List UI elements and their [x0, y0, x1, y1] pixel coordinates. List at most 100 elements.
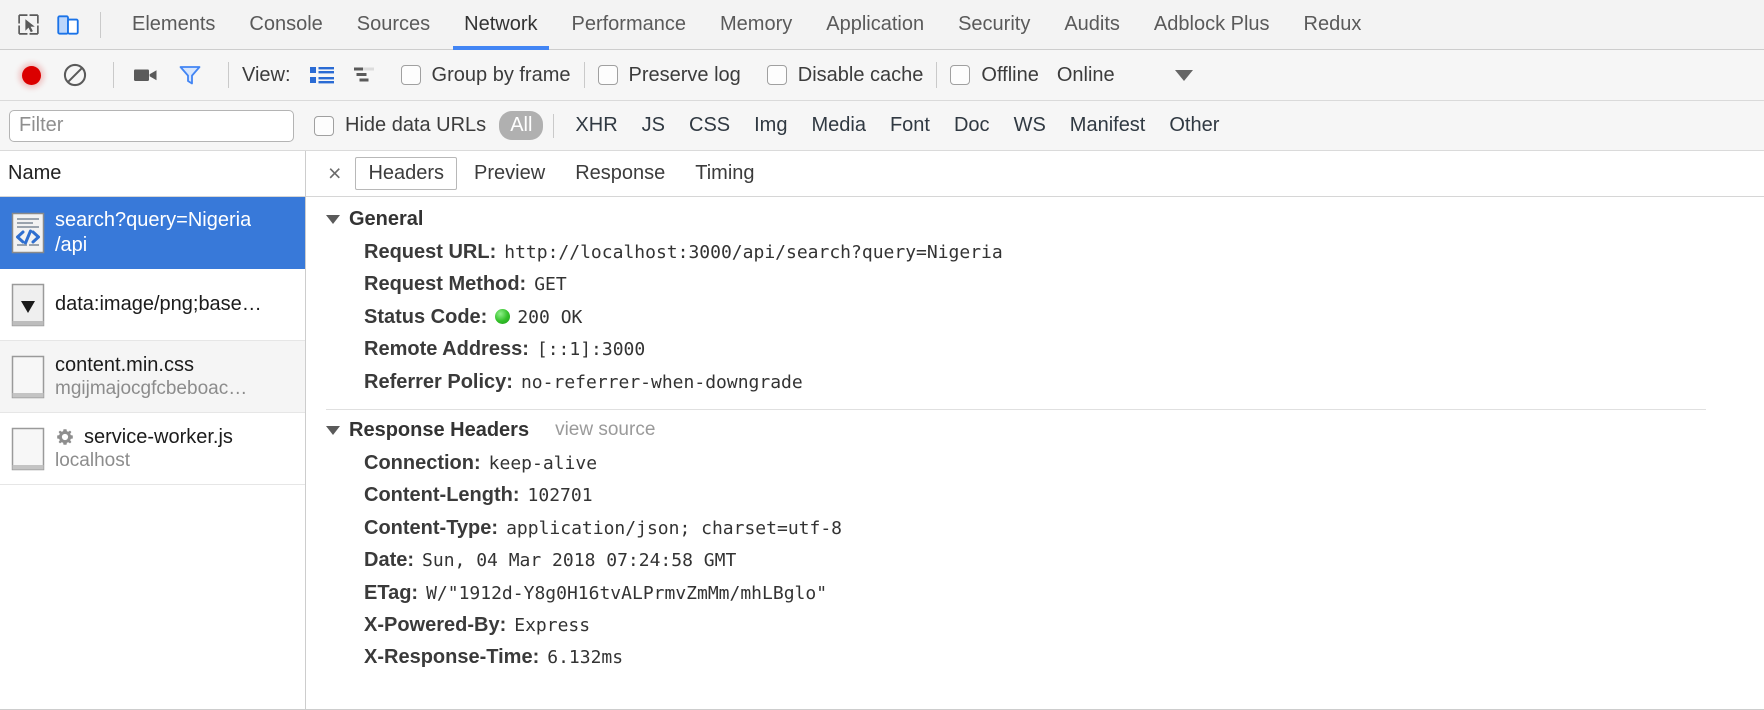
filter-type-other[interactable]: Other	[1158, 111, 1230, 140]
header-row: Connection: keep-alive	[326, 447, 1764, 479]
tab-label: Redux	[1303, 13, 1362, 35]
hide-data-urls-checkbox-row[interactable]: Hide data URLs	[314, 114, 486, 137]
header-row: X-Powered-By: Express	[326, 609, 1764, 641]
network-panel-body: Name search?query=Nigeria /api data:imag…	[0, 151, 1764, 709]
tabbar-divider	[100, 11, 101, 38]
preserve-log-label: Preserve log	[628, 63, 741, 86]
response-headers-title: Response Headers	[349, 418, 530, 441]
general-section-header[interactable]: General	[326, 208, 1764, 231]
filter-type-font[interactable]: Font	[879, 111, 941, 140]
image-thumbnail-icon	[11, 283, 55, 327]
request-row-text: search?query=Nigeria /api	[55, 208, 251, 257]
header-key: Request Method:	[364, 273, 527, 296]
chevron-down-icon[interactable]	[1174, 69, 1193, 81]
tab-label: Sources	[356, 13, 431, 35]
disable-cache-checkbox-row[interactable]: Disable cache	[766, 63, 924, 87]
table-row[interactable]: content.min.css mgijmajocgfcbeboac…	[0, 341, 305, 413]
table-row[interactable]: data:image/png;base…	[0, 269, 305, 341]
network-filter-bar: Hide data URLs All XHR JS CSS Img Media …	[0, 101, 1764, 151]
control-divider-4	[936, 62, 938, 88]
tab-memory[interactable]: Memory	[703, 0, 809, 50]
header-value: keep-alive	[488, 452, 598, 474]
tab-elements[interactable]: Elements	[115, 0, 232, 50]
header-row: Remote Address: [::1]:3000	[326, 333, 1764, 365]
column-header-name: Name	[8, 162, 62, 184]
header-key: Status Code:	[364, 305, 488, 328]
tab-label: Elements	[132, 13, 216, 35]
record-button-icon[interactable]	[12, 56, 50, 94]
tab-label: Adblock Plus	[1153, 13, 1270, 35]
filter-type-media[interactable]: Media	[800, 111, 876, 140]
device-toolbar-icon[interactable]	[50, 7, 86, 43]
throttling-value[interactable]: Online	[1057, 64, 1115, 87]
tab-adblock-plus[interactable]: Adblock Plus	[1137, 0, 1287, 50]
header-key: Content-Type:	[364, 516, 499, 539]
filter-type-img[interactable]: Img	[743, 111, 798, 140]
header-value: W/"1912d-Y8g0H16tvALPrmvZmMm/mhLBglo"	[426, 582, 828, 604]
header-row: Content-Type: application/json; charset=…	[326, 512, 1764, 544]
tab-label: Memory	[720, 13, 793, 35]
detail-tabbar: × Headers Preview Response Timing	[306, 151, 1764, 197]
tab-redux[interactable]: Redux	[1287, 0, 1379, 50]
filter-type-js[interactable]: JS	[631, 111, 676, 140]
header-value: 102701	[527, 485, 593, 507]
general-section-title: General	[349, 208, 424, 230]
request-row-text: service-worker.js localhost	[55, 425, 233, 473]
view-label: View:	[242, 63, 291, 86]
header-row: Status Code: 200 OK	[326, 301, 1764, 333]
network-control-bar: View: Group by frame Preserve log Disabl…	[0, 50, 1764, 101]
xhr-document-icon	[11, 212, 55, 254]
funnel-icon[interactable]	[171, 56, 209, 94]
clear-icon[interactable]	[56, 56, 94, 94]
header-row: Referrer Policy: no-referrer-when-downgr…	[326, 366, 1764, 398]
table-row[interactable]: service-worker.js localhost	[0, 413, 305, 485]
list-view-icon[interactable]	[303, 56, 341, 94]
tab-response[interactable]: Response	[562, 157, 678, 190]
tab-security[interactable]: Security	[941, 0, 1047, 50]
tab-timing[interactable]: Timing	[682, 157, 767, 190]
table-row[interactable]: search?query=Nigeria /api	[0, 197, 305, 269]
request-list-header[interactable]: Name	[0, 151, 305, 197]
filter-type-all[interactable]: All	[499, 111, 544, 140]
preserve-log-checkbox[interactable]	[597, 65, 618, 85]
request-name-text: service-worker.js	[84, 425, 233, 448]
tab-sources[interactable]: Sources	[340, 0, 447, 50]
close-icon[interactable]: ×	[316, 162, 353, 185]
stylesheet-icon	[11, 355, 55, 399]
filter-type-css[interactable]: CSS	[678, 111, 741, 140]
offline-checkbox[interactable]	[950, 65, 971, 85]
waterfall-view-icon[interactable]	[347, 56, 385, 94]
request-row-text: content.min.css mgijmajocgfcbeboac…	[55, 353, 247, 401]
preserve-log-checkbox-row[interactable]: Preserve log	[597, 63, 741, 87]
tab-performance[interactable]: Performance	[555, 0, 704, 50]
tab-console[interactable]: Console	[232, 0, 339, 50]
filter-type-xhr[interactable]: XHR	[564, 111, 628, 140]
view-source-link[interactable]: view source	[555, 419, 655, 441]
response-headers-section-header[interactable]: Response Headers view source	[326, 419, 1764, 442]
filter-type-manifest[interactable]: Manifest	[1059, 111, 1157, 140]
offline-checkbox-row[interactable]: Offline	[950, 64, 1039, 87]
filter-input[interactable]	[9, 109, 294, 142]
tab-label: Security	[958, 13, 1031, 35]
group-by-frame-checkbox[interactable]	[400, 65, 421, 85]
script-icon	[11, 427, 55, 471]
group-by-frame-checkbox-row[interactable]: Group by frame	[400, 64, 571, 87]
tab-application[interactable]: Application	[809, 0, 941, 50]
tab-headers[interactable]: Headers	[355, 157, 458, 190]
section-divider	[326, 408, 1707, 410]
hide-data-urls-checkbox[interactable]	[314, 115, 334, 136]
filter-type-doc[interactable]: Doc	[943, 111, 1001, 140]
header-value: 200 OK	[495, 305, 582, 331]
tab-preview[interactable]: Preview	[461, 157, 558, 190]
disable-cache-label: Disable cache	[797, 63, 924, 86]
camera-icon[interactable]	[127, 56, 165, 94]
tab-audits[interactable]: Audits	[1047, 0, 1137, 50]
filter-type-ws[interactable]: WS	[1003, 111, 1057, 140]
tab-network[interactable]: Network	[447, 0, 554, 50]
header-key: X-Powered-By:	[364, 613, 507, 636]
inspect-cursor-icon[interactable]	[10, 7, 46, 43]
disable-cache-checkbox[interactable]	[766, 65, 787, 85]
hide-data-urls-label: Hide data URLs	[345, 114, 487, 136]
request-detail-pane: × Headers Preview Response Timing Genera…	[306, 151, 1764, 709]
header-key: Request URL:	[364, 241, 497, 263]
